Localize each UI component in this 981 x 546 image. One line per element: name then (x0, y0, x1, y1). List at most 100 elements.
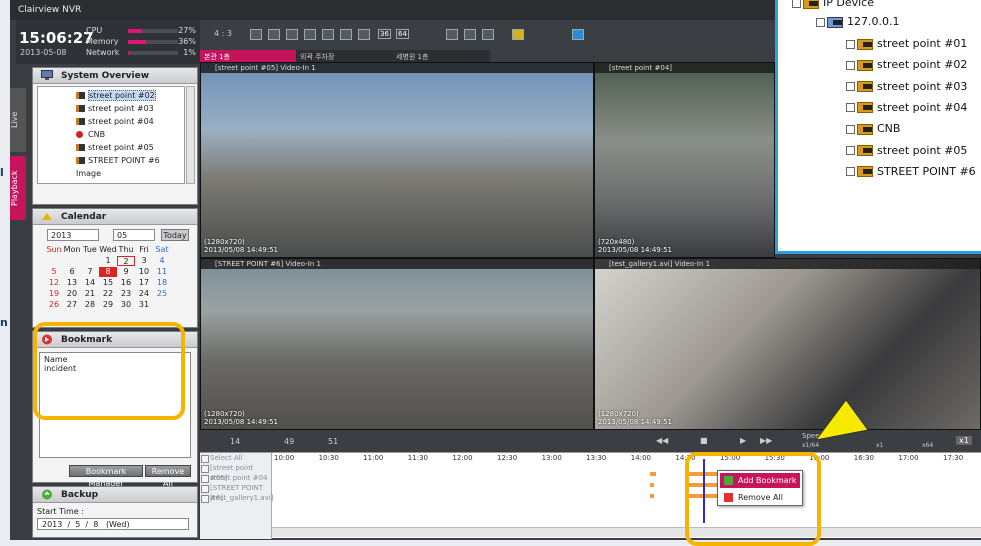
checkbox[interactable] (846, 146, 855, 155)
checkbox[interactable] (846, 39, 855, 49)
fullscreen-icon[interactable] (446, 29, 458, 40)
stop-icon[interactable]: ■ (700, 436, 708, 445)
checkbox[interactable] (846, 167, 855, 177)
rewind-icon[interactable]: ◀◀ (656, 436, 668, 445)
video-tile-2[interactable]: [street point #04] (720x480) 2013/05/08 1… (594, 62, 775, 258)
checkbox[interactable] (846, 124, 855, 134)
layout-8-icon[interactable] (304, 29, 316, 40)
device-tree-item[interactable]: street point #03 (846, 79, 967, 95)
checkbox[interactable] (846, 60, 855, 70)
checkbox[interactable] (816, 17, 825, 27)
calendar-day[interactable]: 17 (135, 278, 153, 288)
calendar-day[interactable]: 7 (81, 267, 99, 277)
video-tile-3[interactable]: [STREET POINT #6] Video-In 1 (1280x720) 2… (200, 258, 594, 430)
video-tile-4[interactable]: [test_gallery1.avi] Video-In 1 (1280x720… (594, 258, 981, 430)
calendar-day[interactable]: 16 (117, 278, 135, 288)
timeline-scrollbar[interactable] (272, 527, 981, 537)
calendar-day[interactable]: 5 (45, 267, 63, 277)
calendar-day[interactable]: 13 (63, 278, 81, 288)
snapshot-icon[interactable] (572, 29, 584, 40)
calendar-day[interactable]: 27 (63, 300, 81, 310)
speed-value[interactable]: x1 (956, 436, 972, 445)
calendar-day[interactable]: 9 (117, 267, 135, 277)
year-spinner[interactable]: 2013 (47, 229, 99, 241)
layout-9-icon[interactable] (322, 29, 334, 40)
minute-field[interactable]: 49 (284, 437, 294, 446)
checkbox[interactable] (792, 0, 801, 8)
second-field[interactable]: 51 (328, 437, 338, 446)
forward-icon[interactable]: ▶▶ (760, 436, 772, 445)
channel-row[interactable]: [test_gallery1.avi] (200, 493, 273, 503)
calendar-day[interactable]: 30 (117, 300, 135, 310)
channel-row[interactable]: [STREET POINT #6] (200, 483, 271, 502)
layout-1-icon[interactable] (250, 29, 262, 40)
window-icon[interactable] (482, 29, 494, 40)
month-spinner[interactable]: 05 (113, 229, 155, 241)
calendar-day[interactable]: 28 (81, 300, 99, 310)
tab-playback[interactable]: Playback (10, 156, 26, 220)
calendar-day[interactable]: 31 (135, 300, 153, 310)
device-tree-item[interactable]: street point #02 (846, 57, 967, 73)
layout-36-button[interactable]: 36 (378, 29, 391, 39)
tree-root[interactable]: IP Device (792, 0, 874, 11)
layout-64-button[interactable]: 64 (396, 29, 409, 39)
tab-live[interactable]: Live (10, 88, 26, 152)
tab-group-2[interactable]: 외곽 주차장 (296, 50, 392, 62)
calendar-day[interactable]: 24 (135, 289, 153, 299)
calendar-day[interactable]: 23 (117, 289, 135, 299)
list-item[interactable]: street point #02 (38, 89, 184, 102)
checkbox[interactable] (846, 82, 855, 92)
calendar-day[interactable]: 2 (117, 256, 135, 266)
device-tree-item[interactable]: CNB (846, 121, 900, 137)
calendar-day[interactable]: 25 (153, 289, 171, 299)
hour-field[interactable]: 14 (230, 437, 240, 446)
device-tree-item[interactable]: street point #01 (846, 36, 967, 52)
remove-all-button[interactable]: Remove All (145, 465, 191, 488)
calendar-day[interactable]: 3 (135, 256, 153, 266)
channel-row[interactable]: street point #04 (200, 473, 271, 483)
list-item[interactable]: street point #05 (38, 141, 184, 154)
channel-row[interactable]: [street point #05] (200, 463, 271, 482)
select-all-checkbox[interactable]: Select All (200, 453, 271, 463)
calendar-day[interactable]: 1 (99, 256, 117, 266)
scrollbar[interactable] (186, 86, 195, 184)
video-tile-1[interactable]: [street point #05] Video-In 1 (1280x720)… (200, 62, 594, 258)
calendar-day[interactable]: 29 (99, 300, 117, 310)
device-tree-item[interactable]: STREET POINT #6 (846, 164, 976, 180)
calendar-day[interactable]: 6 (63, 267, 81, 277)
calendar-day[interactable]: 11 (153, 267, 171, 277)
start-time-field[interactable]: 2013 / 5 / 8 (Wed) (37, 518, 189, 530)
sequence-icon[interactable] (464, 29, 476, 40)
list-item[interactable]: street point #03 (38, 102, 184, 115)
calendar-day[interactable]: 18 (153, 278, 171, 288)
device-tree-item[interactable]: street point #05 (846, 143, 967, 159)
list-item[interactable]: street point #04 (38, 115, 184, 128)
layout-4-icon[interactable] (268, 29, 280, 40)
layout-6-icon[interactable] (286, 29, 298, 40)
list-item[interactable]: CNB (38, 128, 184, 141)
today-button[interactable]: Today (161, 229, 189, 241)
device-tree-item[interactable]: street point #04 (846, 100, 967, 116)
bookmark-manager-button[interactable]: Bookmark Manager (69, 465, 143, 488)
calendar-day[interactable]: 8 (99, 267, 117, 277)
aspect-button[interactable]: 4 : 3 (214, 29, 232, 38)
calendar-day[interactable]: 10 (135, 267, 153, 277)
checkbox[interactable] (846, 103, 855, 113)
list-item[interactable]: Image (38, 167, 184, 180)
calendar-day[interactable]: 21 (81, 289, 99, 299)
calendar-day[interactable]: 4 (153, 256, 171, 266)
list-item[interactable]: STREET POINT #6 (38, 154, 184, 167)
audio-icon[interactable] (512, 29, 524, 40)
tab-group-3[interactable]: 세병원 1층 (392, 50, 488, 62)
calendar-day[interactable]: 15 (99, 278, 117, 288)
layout-16-icon[interactable] (358, 29, 370, 40)
play-icon[interactable]: ▶ (740, 436, 746, 445)
calendar-day[interactable]: 19 (45, 289, 63, 299)
calendar-day[interactable]: 14 (81, 278, 99, 288)
calendar-day[interactable]: 22 (99, 289, 117, 299)
tree-host[interactable]: 127.0.0.1 (816, 14, 899, 30)
timeline[interactable]: Select All [street point #05] street poi… (200, 452, 981, 539)
layout-13-icon[interactable] (340, 29, 352, 40)
calendar-day[interactable]: 20 (63, 289, 81, 299)
tab-group-1[interactable]: 본관 1층 (200, 50, 296, 62)
